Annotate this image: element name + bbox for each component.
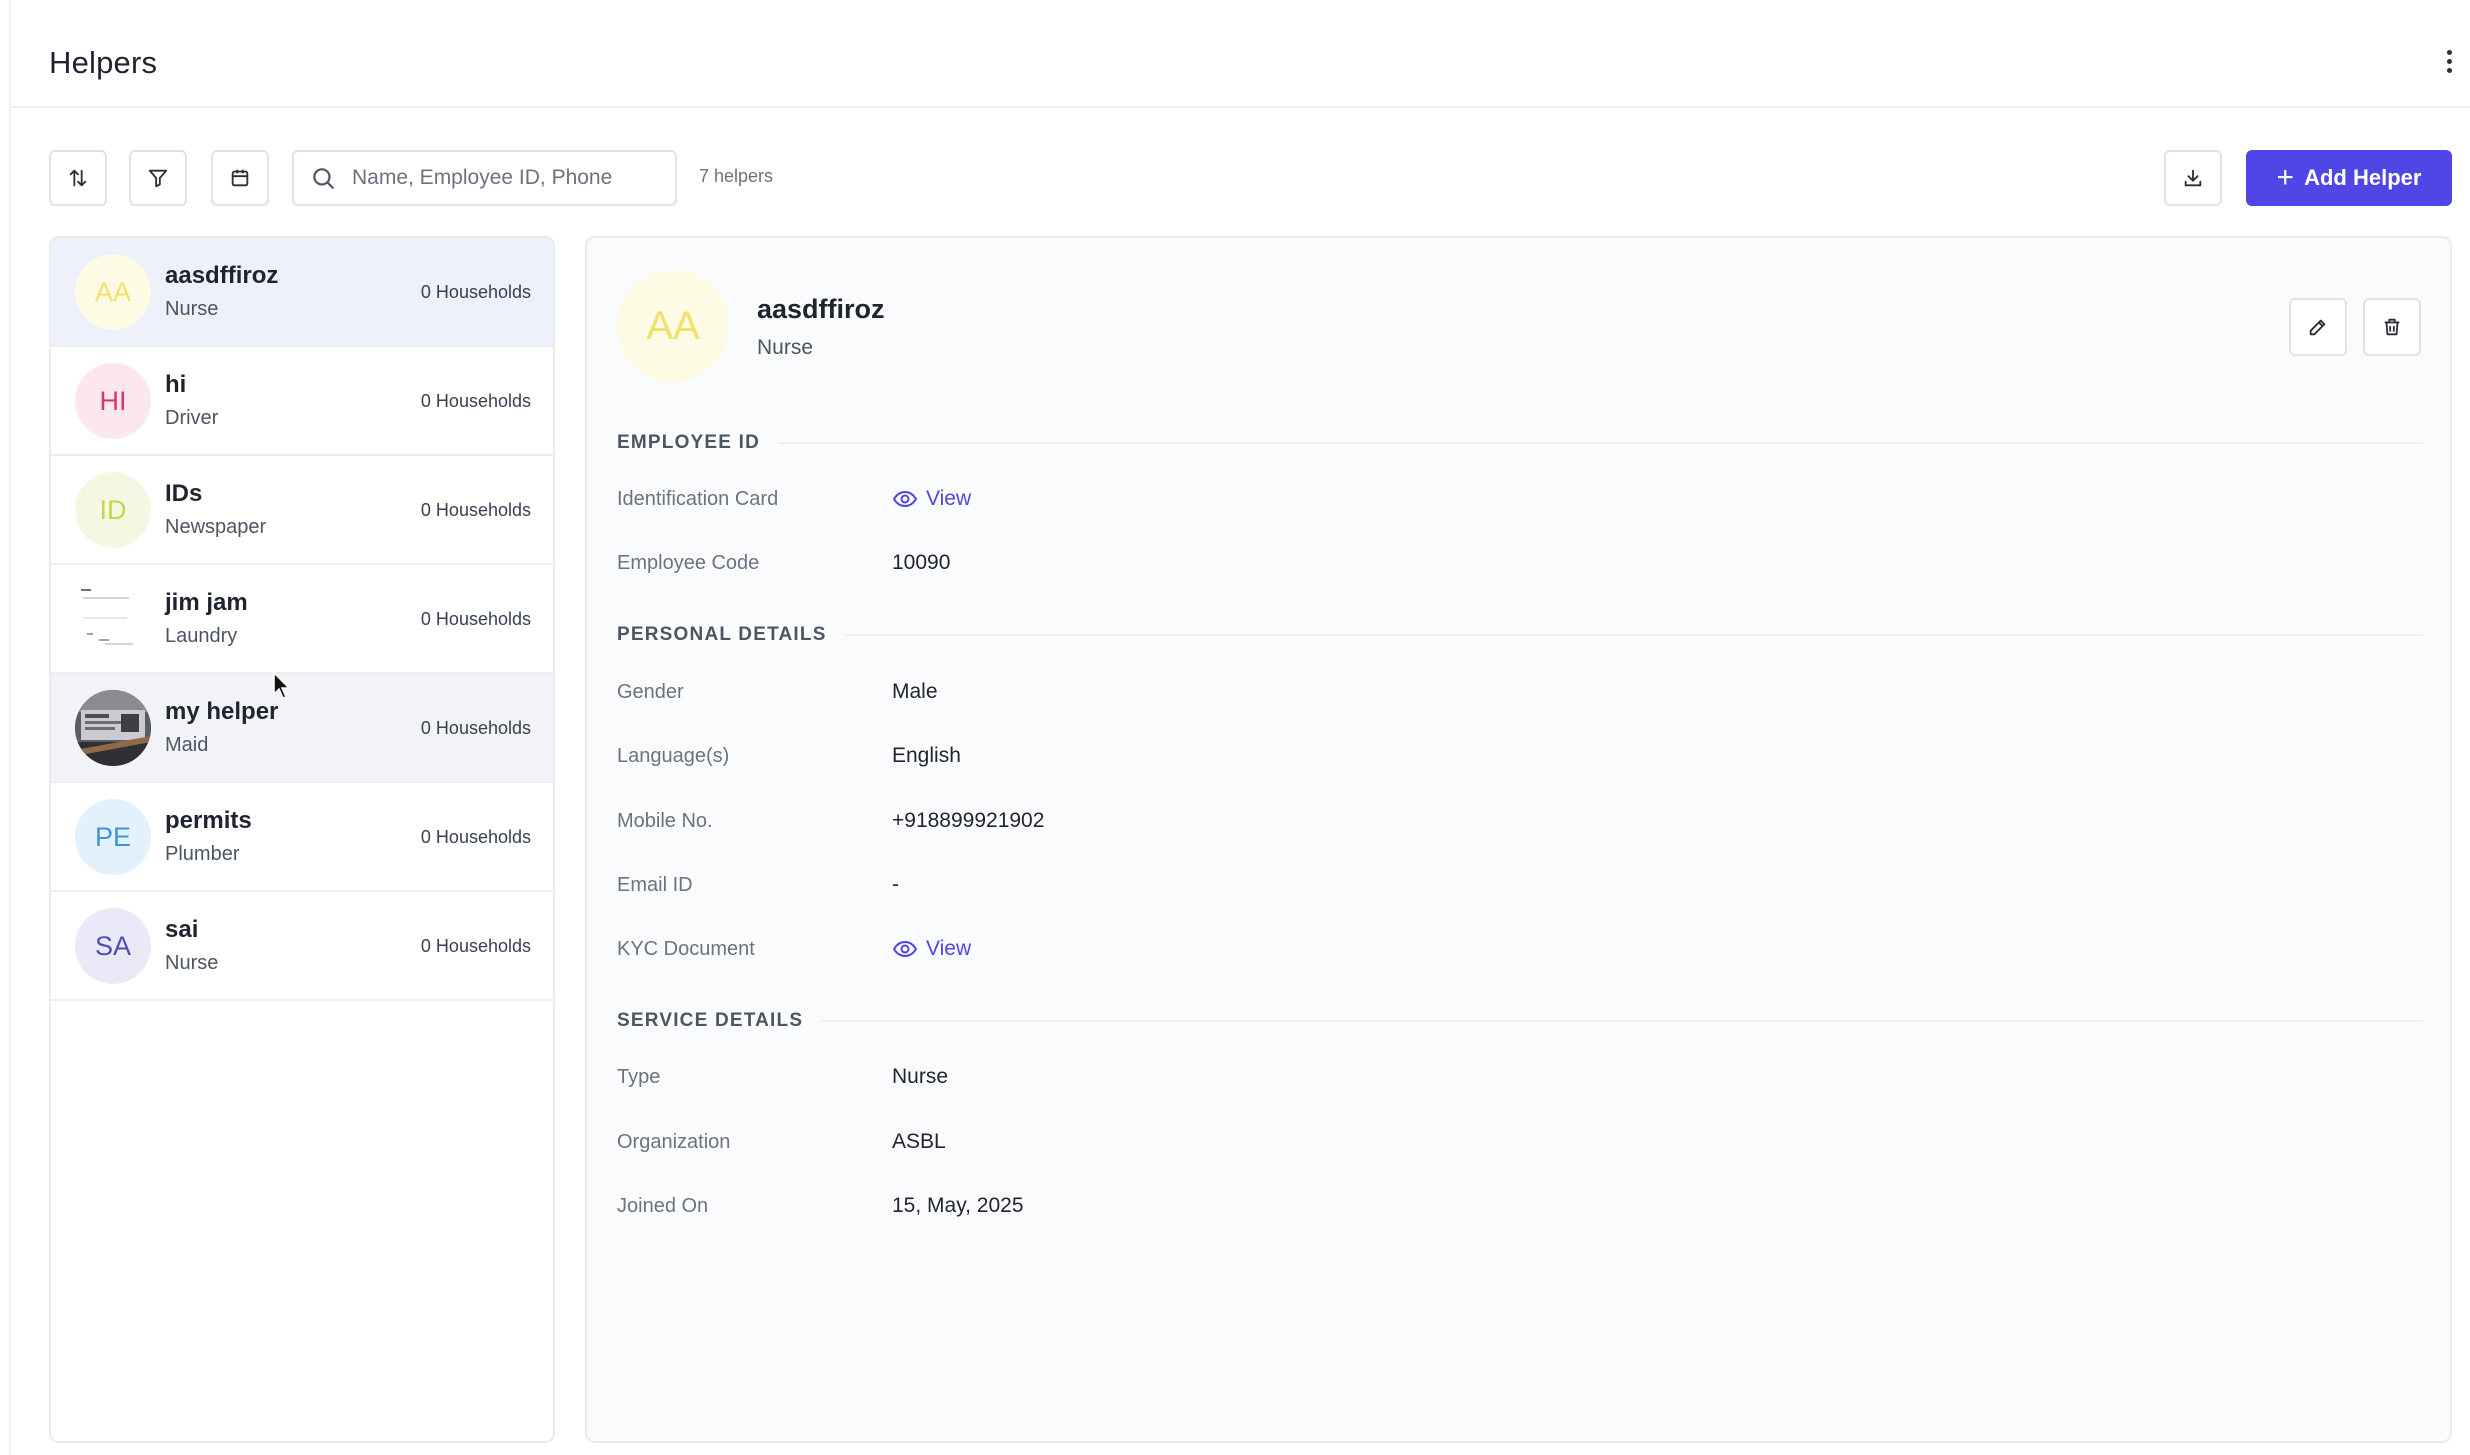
section-title: EMPLOYEE ID [617, 432, 761, 453]
helpers-app: Helpers 7 helpers + Add Helper AA [9, 0, 2470, 1455]
avatar: PE [75, 799, 151, 875]
section-title: PERSONAL DETAILS [617, 624, 827, 645]
joined-on-value: 15, May, 2025 [892, 1194, 1024, 1217]
search-input[interactable] [352, 166, 662, 190]
view-label: View [926, 487, 972, 510]
search-box[interactable] [292, 150, 677, 206]
detail-role: Nurse [757, 336, 814, 359]
list-item[interactable]: my helper Maid 0 Households [51, 674, 553, 783]
plus-icon: + [2276, 161, 2295, 194]
add-helper-button[interactable]: + Add Helper [2246, 150, 2452, 206]
helper-name: hi [165, 371, 187, 398]
helper-name: IDs [165, 480, 203, 507]
trash-icon [2384, 318, 2400, 336]
list-item[interactable]: jim jam Laundry 0 Households [51, 565, 553, 674]
avatar-photo [75, 690, 151, 766]
organization-value: ASBL [892, 1130, 946, 1153]
helper-role: Maid [165, 734, 209, 756]
identification-card-label: Identification Card [617, 488, 779, 510]
helper-name: my helper [165, 698, 279, 725]
helper-households: 0 Households [420, 609, 531, 629]
email-label: Email ID [617, 874, 693, 896]
add-helper-label: Add Helper [2304, 165, 2422, 190]
languages-label: Language(s) [617, 745, 730, 767]
helper-role: Plumber [165, 843, 240, 865]
section-employee-id: EMPLOYEE ID [617, 432, 2423, 454]
helper-households: 0 Households [420, 391, 531, 411]
filter-button[interactable] [129, 150, 187, 206]
list-item[interactable]: ID IDs Newspaper 0 Households [51, 456, 553, 565]
date-filter-button[interactable] [211, 150, 269, 206]
avatar [75, 581, 151, 657]
kyc-document-view-link[interactable]: View [892, 937, 971, 961]
calendar-icon [231, 169, 249, 187]
toolbar: 7 helpers + Add Helper [11, 150, 2470, 206]
helper-households: 0 Households [420, 718, 531, 738]
type-label: Type [617, 1066, 661, 1088]
top-bar: Helpers [11, 0, 2470, 108]
employee-code-value: 10090 [892, 551, 951, 574]
helper-role: Driver [165, 407, 219, 429]
page-title: Helpers [49, 45, 158, 80]
helper-role: Laundry [165, 625, 238, 647]
helper-role: Nurse [165, 298, 219, 320]
email-value: - [892, 873, 899, 896]
helper-role: Newspaper [165, 516, 267, 538]
avatar: AA [75, 254, 151, 330]
download-button[interactable] [2164, 150, 2222, 206]
avatar: SA [75, 908, 151, 984]
joined-on-label: Joined On [617, 1195, 709, 1217]
list-item[interactable]: SA sai Nurse 0 Households [51, 892, 553, 1001]
mobile-value: +918899921902 [892, 809, 1045, 832]
edit-button[interactable] [2289, 298, 2347, 356]
delete-button[interactable] [2363, 298, 2421, 356]
helper-name: sai [165, 916, 199, 943]
helper-households: 0 Households [420, 827, 531, 847]
sort-icon [69, 169, 87, 187]
helper-name: aasdffiroz [165, 262, 279, 289]
identification-card-view-link[interactable]: View [892, 487, 971, 511]
helper-name: jim jam [165, 589, 248, 616]
mobile-label: Mobile No. [617, 810, 713, 832]
helper-households: 0 Households [420, 282, 531, 302]
detail-avatar: AA [617, 270, 729, 382]
more-options-icon[interactable] [2442, 50, 2456, 78]
download-icon [2184, 169, 2202, 187]
list-item[interactable]: AA aasdffiroz Nurse 0 Households [51, 238, 553, 347]
avatar: ID [75, 472, 151, 548]
eye-icon [892, 489, 918, 509]
type-value: Nurse [892, 1065, 949, 1088]
section-personal-details: PERSONAL DETAILS [617, 624, 2423, 646]
list-item[interactable]: HI hi Driver 0 Households [51, 347, 553, 456]
avatar: HI [75, 363, 151, 439]
pencil-icon [2309, 319, 2326, 336]
sort-button[interactable] [49, 150, 107, 206]
helpers-list: AA aasdffiroz Nurse 0 Households HI hi D… [49, 236, 555, 1443]
helper-name: permits [165, 807, 252, 834]
list-item[interactable]: PE permits Plumber 0 Households [51, 783, 553, 892]
section-service-details: SERVICE DETAILS [617, 1010, 2423, 1032]
gender-label: Gender [617, 681, 684, 703]
organization-label: Organization [617, 1131, 731, 1153]
helpers-count: 7 helpers [699, 166, 774, 186]
gender-value: Male [892, 680, 938, 703]
helper-households: 0 Households [420, 500, 531, 520]
helper-detail-panel: AA aasdffiroz Nurse EMPLOYEE ID Identifi… [585, 236, 2452, 1443]
eye-icon [892, 939, 918, 959]
employee-code-label: Employee Code [617, 552, 760, 574]
filter-icon [148, 169, 168, 188]
helper-role: Nurse [165, 952, 219, 974]
detail-name: aasdffiroz [757, 294, 885, 324]
kyc-document-label: KYC Document [617, 938, 755, 960]
languages-value: English [892, 744, 961, 767]
section-title: SERVICE DETAILS [617, 1010, 804, 1031]
helper-households: 0 Households [420, 936, 531, 956]
view-label: View [926, 937, 972, 960]
search-icon [308, 163, 338, 193]
